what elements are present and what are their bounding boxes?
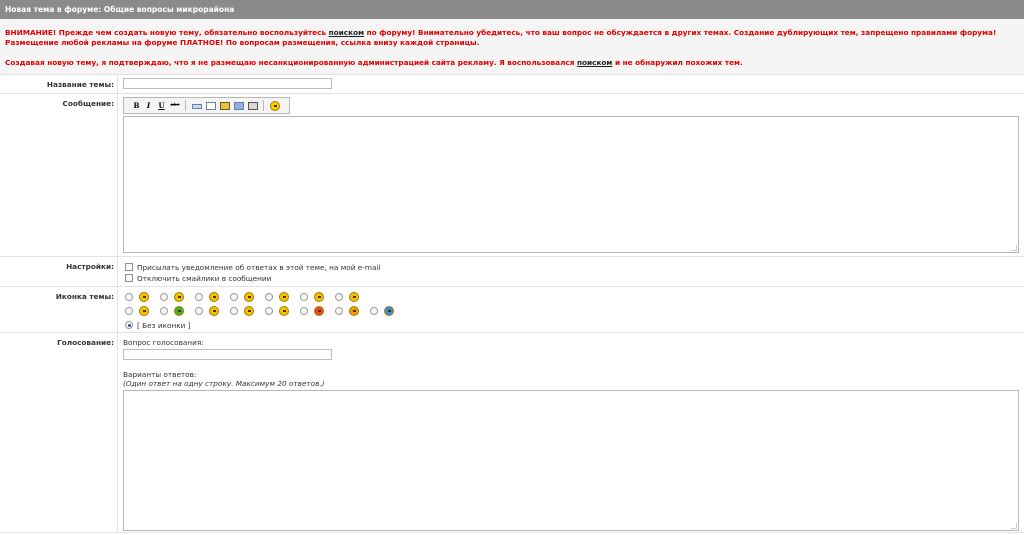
icon-radio-neutral[interactable]: [230, 293, 238, 301]
link-icon[interactable]: [192, 104, 202, 109]
topic-icon-grid: [ Без иконки ]: [123, 287, 1020, 332]
poll-options-textarea[interactable]: [123, 390, 1019, 531]
notice-paragraph-1: ВНИМАНИЕ! Прежде чем создать новую тему,…: [5, 28, 1019, 48]
poll-question-input[interactable]: [123, 349, 332, 360]
poll-row: Голосование: Вопрос голосования: Вариант…: [0, 333, 1024, 533]
toolbar-separator: [185, 100, 186, 111]
topic-icon-label: Иконка темы:: [0, 287, 118, 332]
icon-radio-heart[interactable]: [300, 307, 308, 315]
smile-icon: [139, 292, 149, 302]
warning-notice: ВНИМАНИЕ! Прежде чем создать новую тему,…: [0, 19, 1024, 75]
settings-label: Настройки:: [0, 257, 118, 286]
topic-title-content: [123, 75, 1020, 93]
exclamation-icon: [349, 306, 359, 316]
email-icon[interactable]: [206, 102, 216, 110]
message-content: B I U abc: [123, 94, 1020, 256]
neutral-icon: [244, 292, 254, 302]
form-header: Новая тема в форуме: Общие вопросы микро…: [0, 0, 1024, 19]
heart-icon: [314, 306, 324, 316]
icon-radio-surprised[interactable]: [300, 293, 308, 301]
poll-options-hint: (Один ответ на одну строку. Максимум 20 …: [123, 379, 325, 388]
message-row: Сообщение: B I U abc: [0, 94, 1024, 257]
topic-title-row: Название темы:: [0, 75, 1024, 94]
cool-icon: [209, 306, 219, 316]
topic-title-input[interactable]: [123, 78, 332, 89]
poll-options-label: Варианты ответов:: [123, 370, 197, 379]
notice-paragraph-2: Создавая новую тему, я подтверждаю, что …: [5, 58, 1019, 68]
grin-icon: [279, 292, 289, 302]
search-link[interactable]: поиском: [329, 28, 364, 37]
poll-content: Вопрос голосования: Варианты ответов: (О…: [123, 333, 1020, 532]
icon-radio-no-icon[interactable]: [125, 321, 133, 329]
smiley-insert-icon[interactable]: [270, 101, 280, 111]
notice-text: и не обнаружил похожих тем.: [612, 58, 743, 67]
code-icon[interactable]: [234, 102, 244, 110]
icon-radio-laugh[interactable]: [335, 293, 343, 301]
poll-question-label: Вопрос голосования:: [123, 338, 204, 347]
resize-handle-icon[interactable]: [1011, 523, 1017, 529]
icon-radio-eyes[interactable]: [230, 307, 238, 315]
poll-label: Голосование:: [0, 333, 118, 532]
notice-text: Создавая новую тему, я подтверждаю, что …: [5, 58, 577, 67]
icon-radio-tongue[interactable]: [265, 307, 273, 315]
strikethrough-button[interactable]: abc: [169, 101, 181, 110]
icon-radio-happy[interactable]: [160, 293, 168, 301]
bold-button[interactable]: B: [132, 101, 141, 110]
eyes-icon: [244, 306, 254, 316]
question-icon: [384, 306, 394, 316]
no-icon-label: [ Без иконки ]: [137, 321, 191, 330]
image-icon[interactable]: [220, 102, 230, 110]
quote-icon[interactable]: [248, 102, 258, 110]
sad-icon: [139, 306, 149, 316]
icon-radio-smile[interactable]: [125, 293, 133, 301]
italic-button[interactable]: I: [144, 101, 153, 110]
tongue-icon: [279, 306, 289, 316]
icon-radio-wink[interactable]: [195, 293, 203, 301]
notify-checkbox[interactable]: [125, 263, 133, 271]
icon-radio-question[interactable]: [370, 307, 378, 315]
formatting-toolbar: B I U abc: [123, 97, 290, 114]
icon-radio-sick[interactable]: [160, 307, 168, 315]
sick-icon: [174, 306, 184, 316]
topic-title-label: Название темы:: [0, 75, 118, 93]
toolbar-separator: [263, 100, 264, 111]
message-label: Сообщение:: [0, 94, 118, 256]
happy-icon: [174, 292, 184, 302]
underline-button[interactable]: U: [157, 101, 166, 110]
icon-radio-cool[interactable]: [195, 307, 203, 315]
laugh-icon: [349, 292, 359, 302]
disable-smilies-label: Отключить смайлики в сообщении: [137, 274, 272, 283]
surprised-icon: [314, 292, 324, 302]
notify-label: Присылать уведомление об ответах в этой …: [137, 263, 381, 272]
search-link[interactable]: поиском: [577, 58, 612, 67]
topic-icon-row: Иконка темы: [ Без иконки ]: [0, 287, 1024, 333]
message-textarea[interactable]: [123, 116, 1019, 253]
icon-radio-sad[interactable]: [125, 307, 133, 315]
icon-radio-grin[interactable]: [265, 293, 273, 301]
icon-radio-exclamation[interactable]: [335, 307, 343, 315]
form-header-title: Новая тема в форуме: Общие вопросы микро…: [5, 5, 235, 14]
settings-content: Присылать уведомление об ответах в этой …: [123, 257, 1020, 286]
resize-handle-icon[interactable]: [1011, 245, 1017, 251]
notice-text: ВНИМАНИЕ! Прежде чем создать новую тему,…: [5, 28, 329, 37]
wink-icon: [209, 292, 219, 302]
disable-smilies-checkbox[interactable]: [125, 274, 133, 282]
settings-row: Настройки: Присылать уведомление об отве…: [0, 257, 1024, 287]
